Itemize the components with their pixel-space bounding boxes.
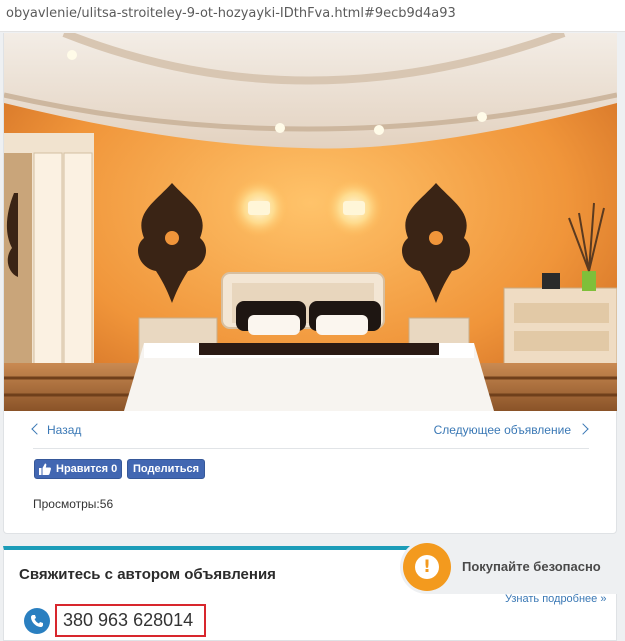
chevron-right-icon <box>577 423 589 435</box>
views-count: 56 <box>99 497 114 511</box>
thumbs-up-icon <box>39 463 51 475</box>
safe-icon-glyph: ! <box>415 555 439 579</box>
share-label: Поделиться <box>133 463 200 475</box>
exclamation-bubble-icon[interactable]: ! <box>403 543 451 591</box>
phone-glyph <box>31 615 43 627</box>
phone-number[interactable]: 380 963 628014 <box>55 604 206 637</box>
phone-icon[interactable] <box>24 608 50 634</box>
nav-divider <box>33 448 589 449</box>
facebook-like-button[interactable]: Нравится 0 <box>34 459 123 479</box>
prev-link[interactable]: Назад <box>31 423 82 437</box>
next-listing-link[interactable]: Следующее объявление <box>433 423 589 437</box>
next-label: Следующее объявление <box>433 423 571 437</box>
prev-label: Назад <box>47 423 82 437</box>
url-text[interactable]: obyavlenie/ulitsa-stroiteley-9-ot-hozyay… <box>6 6 456 21</box>
learn-more-link[interactable]: Узнать подробнее » <box>505 593 606 605</box>
browser-address-bar[interactable]: obyavlenie/ulitsa-stroiteley-9-ot-hozyay… <box>0 0 625 32</box>
chevron-left-icon <box>31 423 43 435</box>
facebook-share-button[interactable]: Поделиться <box>127 459 206 479</box>
like-label: Нравится 0 <box>56 463 118 475</box>
views-counter: Просмотры:56 <box>33 497 113 511</box>
views-label: Просмотры: <box>33 497 100 511</box>
listing-photo[interactable] <box>4 33 617 411</box>
contact-title: Свяжитесь с автором объявления <box>19 566 276 583</box>
safe-buy-label[interactable]: Покупайте безопасно <box>462 559 601 574</box>
